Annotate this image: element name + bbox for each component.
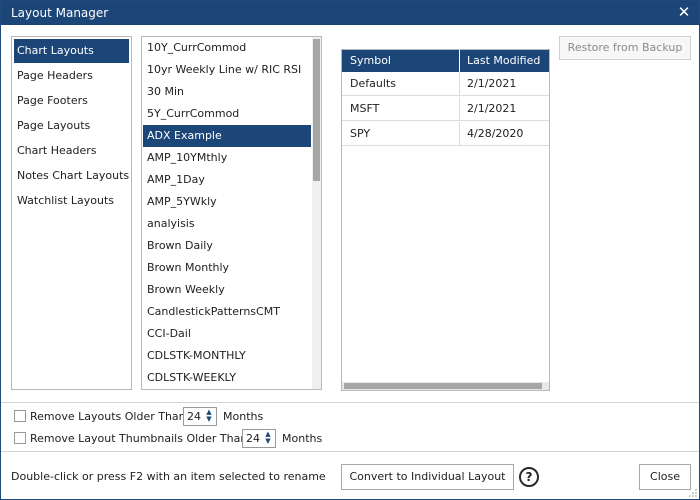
layout-item[interactable]: CandlestickPatternsCMT [143, 301, 311, 323]
remove-layouts-months-value: 24 [187, 410, 201, 423]
symbol-table-scrollbar-thumb[interactable] [344, 383, 542, 389]
symbol-table: Symbol Last Modified Defaults 2/1/2021 M… [341, 49, 550, 391]
rename-hint: Double-click or press F2 with an item se… [11, 470, 326, 483]
column-header-last-modified[interactable]: Last Modified [460, 50, 549, 72]
layout-item[interactable]: 10yr Weekly Line w/ RIC RSI [143, 59, 311, 81]
layout-item[interactable]: 10Y_CurrCommod [143, 37, 311, 59]
table-row[interactable]: MSFT 2/1/2021 [342, 97, 549, 121]
column-header-symbol[interactable]: Symbol [342, 50, 460, 72]
last-modified-cell: 2/1/2021 [467, 77, 517, 90]
category-item-page-layouts[interactable]: Page Layouts [14, 114, 129, 138]
layout-item[interactable]: AMP_1Day [143, 169, 311, 191]
title-bar[interactable]: Layout Manager ✕ [1, 1, 699, 25]
symbol-cell: Defaults [342, 72, 460, 96]
symbol-table-header: Symbol Last Modified [342, 50, 549, 72]
resize-grip-icon[interactable] [689, 489, 697, 497]
last-modified-cell: 4/28/2020 [467, 127, 524, 140]
layout-item[interactable]: AMP_5YWkly [143, 191, 311, 213]
layout-item[interactable]: Brown Monthly [143, 257, 311, 279]
layout-item[interactable]: 30 Min [143, 81, 311, 103]
category-item-notes-chart-layouts[interactable]: Notes Chart Layouts [14, 164, 129, 188]
category-item-chart-layouts[interactable]: Chart Layouts [14, 39, 129, 63]
layout-item[interactable]: analyisis [143, 213, 311, 235]
remove-layouts-label: Remove Layouts Older Than [30, 410, 186, 423]
layout-manager-window: Layout Manager ✕ Chart Layouts Page Head… [0, 0, 700, 500]
layout-item[interactable]: Brown Daily [143, 235, 311, 257]
symbol-cell: MSFT [342, 97, 460, 121]
layout-item[interactable]: 5Y_CurrCommod [143, 103, 311, 125]
remove-thumbnails-checkbox[interactable] [14, 432, 26, 444]
layout-list-scrollbar-thumb[interactable] [313, 39, 320, 181]
convert-to-individual-layout-button[interactable]: Convert to Individual Layout [341, 464, 514, 490]
category-item-watchlist-layouts[interactable]: Watchlist Layouts [14, 189, 129, 213]
remove-thumbnails-months-value: 24 [246, 432, 260, 445]
remove-thumbnails-label: Remove Layout Thumbnails Older Than [30, 432, 248, 445]
close-icon[interactable]: ✕ [675, 3, 693, 21]
help-icon[interactable]: ? [519, 467, 539, 487]
layout-item[interactable]: Brown Weekly [143, 279, 311, 301]
layout-item[interactable]: CDLSTK-WEEKLY [143, 367, 311, 389]
stepper-arrows-icon[interactable]: ▲ ▼ [204, 409, 214, 424]
category-item-chart-headers[interactable]: Chart Headers [14, 139, 129, 163]
table-row[interactable]: Defaults 2/1/2021 [342, 72, 549, 96]
symbol-cell: SPY [342, 122, 460, 146]
layout-list: 10Y_CurrCommod 10yr Weekly Line w/ RIC R… [141, 36, 322, 390]
layout-list-scrollbar[interactable] [312, 37, 321, 389]
restore-from-backup-button[interactable]: Restore from Backup [559, 36, 691, 60]
divider [1, 451, 699, 452]
category-item-page-headers[interactable]: Page Headers [14, 64, 129, 88]
layout-item-selected[interactable]: ADX Example [143, 125, 311, 147]
layout-item[interactable]: AMP_10YMthly [143, 147, 311, 169]
remove-layouts-unit: Months [223, 410, 264, 423]
last-modified-cell: 2/1/2021 [467, 102, 517, 115]
close-button[interactable]: Close [639, 464, 691, 490]
category-item-page-footers[interactable]: Page Footers [14, 89, 129, 113]
remove-thumbnails-months-stepper[interactable]: 24 ▲ ▼ [242, 429, 276, 448]
stepper-arrows-icon[interactable]: ▲ ▼ [263, 431, 273, 446]
layout-item[interactable]: CDLSTK-MONTHLY [143, 345, 311, 367]
symbol-table-scrollbar[interactable] [342, 382, 549, 390]
divider [1, 402, 699, 403]
window-title: Layout Manager [11, 6, 109, 20]
remove-thumbnails-unit: Months [282, 432, 323, 445]
remove-layouts-checkbox[interactable] [14, 410, 26, 422]
remove-layouts-months-stepper[interactable]: 24 ▲ ▼ [183, 407, 217, 426]
table-row[interactable]: SPY 4/28/2020 [342, 122, 549, 146]
layout-item[interactable]: CCI-Dail [143, 323, 311, 345]
category-list: Chart Layouts Page Headers Page Footers … [11, 36, 132, 390]
